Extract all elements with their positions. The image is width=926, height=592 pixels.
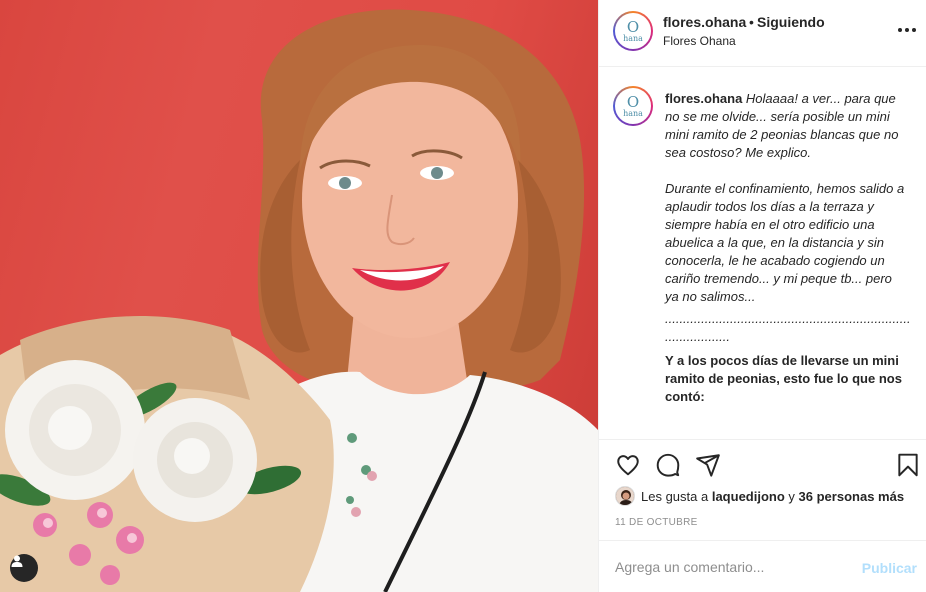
- caption-paragraph: Durante el confinamiento, hemos salido a…: [665, 181, 905, 304]
- post-details-panel: Ohana flores.ohana • Siguiendo Flores Oh…: [598, 0, 926, 592]
- post-header: Ohana flores.ohana • Siguiendo Flores Oh…: [599, 0, 926, 67]
- liker-avatar[interactable]: [615, 486, 635, 506]
- likes-prefix: Les gusta a: [641, 488, 709, 504]
- caption: flores.ohana Holaaaa! a ver... para que …: [665, 90, 909, 406]
- more-horizontal-icon[interactable]: [895, 22, 919, 38]
- caption-dots-line: ..................: [665, 329, 731, 344]
- username-link[interactable]: flores.ohana: [663, 14, 746, 30]
- ohana-logo: Ohana: [623, 92, 643, 118]
- caption-bold-text: Y a los pocos días de llevarse un mini r…: [665, 353, 902, 404]
- comment-icon[interactable]: [655, 452, 681, 478]
- ohana-logo: Ohana: [623, 17, 643, 43]
- account-subtitle: Flores Ohana: [663, 34, 736, 48]
- heart-icon[interactable]: [615, 452, 641, 478]
- separator-dot: •: [749, 14, 754, 30]
- post-photo[interactable]: [0, 0, 598, 592]
- post-date[interactable]: 11 DE OCTUBRE: [615, 517, 698, 528]
- following-button[interactable]: Siguiendo: [757, 14, 825, 30]
- avatar[interactable]: Ohana: [613, 11, 653, 51]
- likes-count-link[interactable]: 36 personas más: [799, 489, 905, 504]
- bookmark-icon[interactable]: [895, 452, 921, 478]
- likes-summary: Les gusta a laquedijono y 36 personas má…: [615, 486, 904, 506]
- caption-avatar[interactable]: Ohana: [613, 86, 653, 126]
- action-bar: [599, 439, 926, 489]
- publish-button[interactable]: Publicar: [862, 560, 917, 576]
- user-tag-icon[interactable]: [10, 554, 38, 582]
- comment-input[interactable]: [615, 555, 855, 579]
- liker-username[interactable]: laquedijono: [712, 489, 785, 504]
- comments-area: Ohana flores.ohana Holaaaa! a ver... par…: [599, 68, 926, 439]
- comment-form: Publicar: [599, 540, 926, 592]
- paper-plane-icon[interactable]: [695, 452, 721, 478]
- caption-username[interactable]: flores.ohana: [665, 91, 742, 106]
- photo-illustration: [0, 9, 598, 592]
- caption-dots-line: ........................................…: [665, 311, 909, 326]
- likes-connector: y: [788, 488, 795, 504]
